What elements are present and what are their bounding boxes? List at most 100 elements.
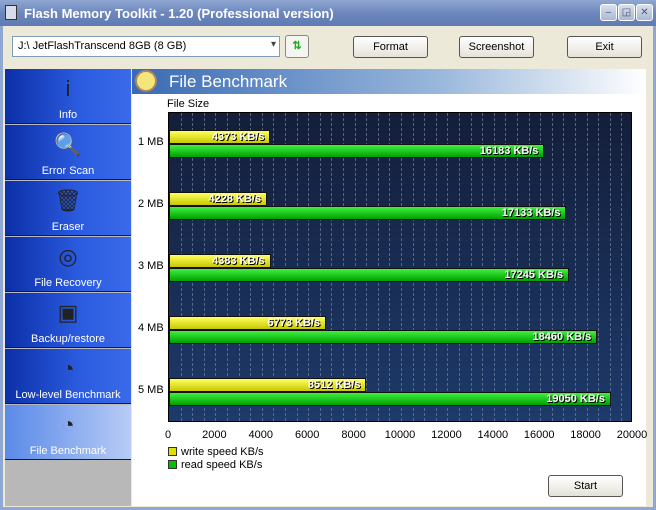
content-panel: File Benchmark File Size 4373 KB/s 16183 … xyxy=(132,69,647,506)
y-tick-label: 4 MB xyxy=(138,322,164,334)
write-bar: 4228 KB/s xyxy=(169,192,268,206)
gridline xyxy=(447,113,449,421)
sidebar-icon: ◔ xyxy=(61,356,75,381)
read-bar: 17245 KB/s xyxy=(169,268,570,282)
write-bar: 8512 KB/s xyxy=(169,378,367,392)
x-tick-label: 12000 xyxy=(431,429,462,441)
x-tick-label: 10000 xyxy=(384,429,416,441)
gridline xyxy=(482,113,484,421)
gridline xyxy=(389,113,391,421)
gridline xyxy=(435,113,437,421)
sidebar-item-label: Error Scan xyxy=(41,165,95,177)
gridline xyxy=(319,113,321,421)
y-tick-label: 3 MB xyxy=(138,260,164,272)
sidebar-icon: i xyxy=(65,76,71,101)
exit-button[interactable]: Exit xyxy=(567,36,642,58)
read-bar: 18460 KB/s xyxy=(169,330,598,344)
x-tick-label: 6000 xyxy=(294,429,320,441)
sidebar-item-label: Backup/restore xyxy=(31,333,105,345)
screenshot-button[interactable]: Screenshot xyxy=(459,36,534,58)
gridline xyxy=(540,113,542,421)
x-tick-label: 16000 xyxy=(523,429,555,441)
sidebar-item-low-level-benchmark[interactable]: ◔ Low-level Benchmark xyxy=(5,349,131,404)
gridline xyxy=(470,113,472,421)
gridline xyxy=(401,113,402,421)
sidebar: i Info 🔍 Error Scan 🗑 Eraser ◎ File Recovery ▣ Ba… xyxy=(5,69,131,506)
sidebar-icon: ◎ xyxy=(58,244,78,269)
x-tick-label: 8000 xyxy=(341,429,366,441)
legend-label: write speed KB/s xyxy=(181,446,264,458)
x-tick-label: 18000 xyxy=(570,429,601,441)
title-bar: Flash Memory Toolkit - 1.20 (Professiona… xyxy=(0,0,656,26)
sidebar-item-file-recovery[interactable]: ◎ File Recovery xyxy=(5,237,131,292)
gridline xyxy=(551,113,553,421)
gridline xyxy=(285,113,286,421)
plot-area: 4373 KB/s 16183 KB/s 4228 KB/s 17133 KB/s 43… xyxy=(168,112,632,422)
legend-label: read speed KB/s xyxy=(181,459,263,471)
gridline xyxy=(296,113,298,421)
x-tick-label: 14000 xyxy=(477,429,509,441)
gridline xyxy=(343,113,344,421)
start-button[interactable]: Start xyxy=(548,475,623,497)
sidebar-item-label: Low-level Benchmark xyxy=(15,389,121,401)
format-button[interactable]: Format xyxy=(353,36,428,58)
sidebar-item-file-benchmark[interactable]: ◔ File Benchmark xyxy=(5,405,131,460)
window-title: Flash Memory Toolkit - 1.20 (Professiona… xyxy=(24,5,334,21)
gridline xyxy=(609,113,611,421)
gridline xyxy=(621,113,623,421)
gridline xyxy=(377,113,379,421)
y-tick-label: 2 MB xyxy=(138,198,164,210)
gridline xyxy=(505,113,507,421)
maximize-button[interactable]: ◲ xyxy=(618,4,635,21)
gridline xyxy=(354,113,356,421)
read-bar: 19050 KB/s xyxy=(169,392,611,406)
y-axis-label: File Size xyxy=(167,98,210,110)
sidebar-item-label: Eraser xyxy=(51,221,85,233)
stopwatch-icon xyxy=(135,70,157,92)
gridline xyxy=(273,113,275,421)
x-tick-label: 0 xyxy=(164,429,172,441)
panel-title: File Benchmark xyxy=(169,72,288,91)
gridline xyxy=(493,113,495,421)
read-bar: 17133 KB/s xyxy=(169,206,567,220)
app-icon xyxy=(5,5,17,20)
sidebar-item-label: File Benchmark xyxy=(29,445,107,457)
y-tick-label: 1 MB xyxy=(138,136,164,148)
sidebar-item-error-scan[interactable]: 🔍 Error Scan xyxy=(5,125,131,180)
refresh-icon: ⇅ xyxy=(292,40,302,52)
sidebar-item-backup-restore[interactable]: ▣ Backup/restore xyxy=(5,293,131,348)
gridline xyxy=(412,113,414,421)
gridline xyxy=(586,113,588,421)
gridline xyxy=(366,113,368,421)
gridline xyxy=(528,113,530,421)
drive-select[interactable]: J:\ JetFlashTranscend 8GB (8 GB) ▾ xyxy=(12,36,280,57)
sidebar-item-eraser[interactable]: 🗑 Eraser xyxy=(5,181,131,236)
y-tick-label: 5 MB xyxy=(138,384,164,396)
write-bar: 6773 KB/s xyxy=(169,316,327,330)
read-bar: 16183 KB/s xyxy=(169,144,545,158)
gridline xyxy=(308,113,310,421)
panel-header: File Benchmark xyxy=(132,69,646,94)
gridline xyxy=(517,113,518,421)
write-bar: 4383 KB/s xyxy=(169,254,271,268)
sidebar-icon: ▣ xyxy=(57,300,79,325)
refresh-button[interactable]: ⇅ xyxy=(285,35,309,58)
minimize-button[interactable]: – xyxy=(600,4,617,21)
gridline xyxy=(459,113,460,421)
sidebar-icon: 🔍 xyxy=(54,132,82,157)
sidebar-icon: ◔ xyxy=(61,412,75,437)
sidebar-icon: 🗑 xyxy=(54,188,82,213)
legend-swatch xyxy=(168,460,177,469)
sidebar-item-info[interactable]: i Info xyxy=(5,69,131,124)
x-tick-label: 2000 xyxy=(202,429,227,441)
sidebar-item-label: File Recovery xyxy=(34,277,102,289)
close-button[interactable]: ✕ xyxy=(636,4,653,21)
chevron-down-icon: ▾ xyxy=(270,39,276,50)
drive-value: J:\ JetFlashTranscend 8GB (8 GB) xyxy=(18,40,187,52)
gridline xyxy=(563,113,565,421)
sidebar-item-label: Info xyxy=(58,109,78,121)
gridline xyxy=(575,113,576,421)
gridline xyxy=(424,113,426,421)
gridline xyxy=(598,113,600,421)
legend-item: read speed KB/s xyxy=(168,459,262,471)
